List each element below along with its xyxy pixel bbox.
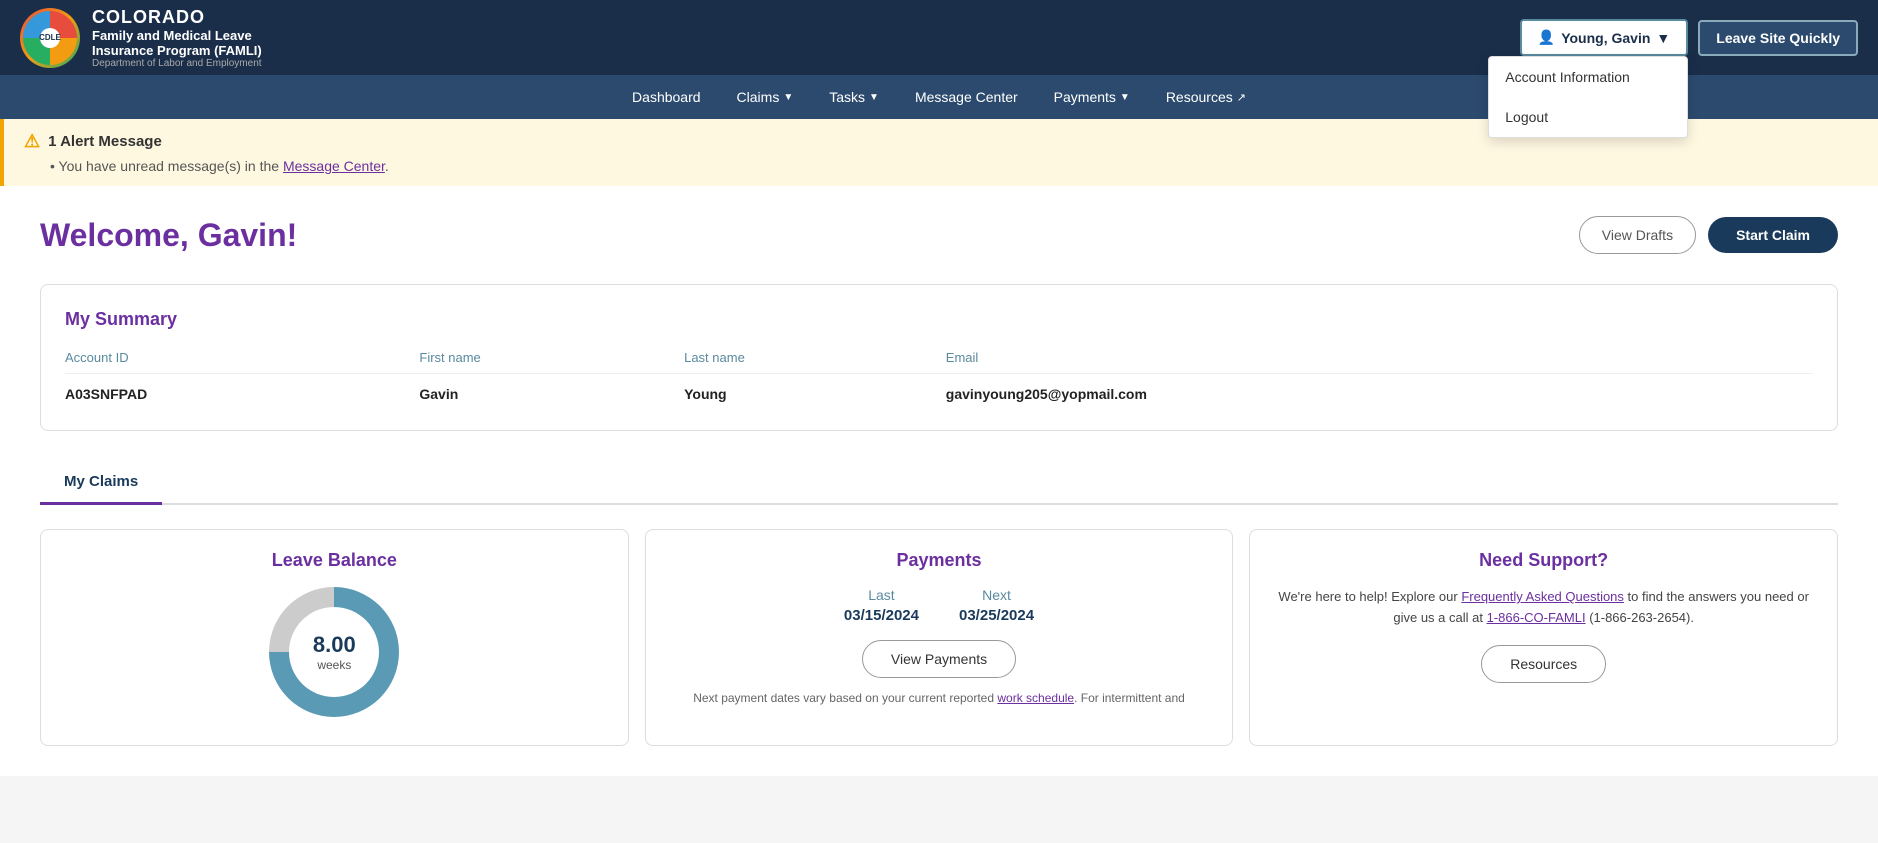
nav-claims[interactable]: Claims ▼ [721,79,810,115]
table-row: A03SNFPAD Gavin Young gavinyoung205@yopm… [65,374,1813,407]
next-payment-label: Next [959,587,1034,603]
claims-arrow-icon: ▼ [783,92,793,103]
nav-payments[interactable]: Payments ▼ [1038,79,1146,115]
nav-dashboard[interactable]: Dashboard [616,79,717,115]
account-info-item[interactable]: Account Information [1489,57,1687,97]
resources-button[interactable]: Resources [1481,645,1606,683]
summary-card: My Summary Account ID First name Last na… [40,284,1838,431]
cards-row: Leave Balance 8.00 weeks Payments Last 0… [40,529,1838,746]
payments-dates: Last 03/15/2024 Next 03/25/2024 [666,587,1213,624]
first-name-value: Gavin [419,374,684,407]
nav-resources[interactable]: Resources ↗ [1150,79,1262,115]
next-payment-col: Next 03/25/2024 [959,587,1034,624]
message-center-link[interactable]: Message Center [283,158,385,174]
payments-card: Payments Last 03/15/2024 Next 03/25/2024… [645,529,1234,746]
logo-initials: CDLE [40,28,60,48]
email-value: gavinyoung205@yopmail.com [946,374,1813,407]
last-payment-col: Last 03/15/2024 [844,587,919,624]
user-icon: 👤 [1538,29,1555,46]
leave-balance-weeks-label: weeks [317,658,351,672]
first-name-col-header: First name [419,346,684,374]
last-name-value: Young [684,374,946,407]
user-menu-button[interactable]: 👤 Young, Gavin ▼ [1520,19,1689,56]
account-id-col-header: Account ID [65,346,419,374]
header: CDLE COLORADO Family and Medical Leave I… [0,0,1878,75]
leave-balance-card: Leave Balance 8.00 weeks [40,529,629,746]
donut-inner: 8.00 weeks [289,607,379,697]
support-text: We're here to help! Explore our Frequent… [1270,587,1817,629]
program-name-line1: Family and Medical Leave [92,28,262,43]
header-text: COLORADO Family and Medical Leave Insura… [92,7,262,69]
summary-table: Account ID First name Last name Email A0… [65,346,1813,406]
start-claim-button[interactable]: Start Claim [1708,217,1838,253]
donut-chart: 8.00 weeks [269,587,399,717]
nav-message-center[interactable]: Message Center [899,79,1034,115]
user-dropdown-menu: Account Information Logout [1488,56,1688,138]
work-schedule-link[interactable]: work schedule [997,691,1074,705]
last-payment-label: Last [844,587,919,603]
nav-tasks[interactable]: Tasks ▼ [813,79,895,115]
alert-body: • You have unread message(s) in the Mess… [24,158,1858,174]
welcome-row: Welcome, Gavin! View Drafts Start Claim [40,216,1838,254]
tab-my-claims[interactable]: My Claims [40,461,162,505]
state-name: COLORADO [92,7,262,28]
department-name: Department of Labor and Employment [92,58,262,69]
summary-title: My Summary [65,309,1813,330]
header-actions: 👤 Young, Gavin ▼ Account Information Log… [1520,19,1858,56]
view-payments-button[interactable]: View Payments [862,640,1016,678]
chevron-down-icon: ▼ [1656,30,1670,46]
support-title: Need Support? [1270,550,1817,571]
donut-chart-container: 8.00 weeks [61,587,608,717]
tasks-arrow-icon: ▼ [869,92,879,103]
email-col-header: Email [946,346,1813,374]
logo-icon: CDLE [20,8,80,68]
payments-arrow-icon: ▼ [1120,92,1130,103]
last-name-col-header: Last name [684,346,946,374]
program-name-line2: Insurance Program (FAMLI) [92,43,262,58]
user-dropdown-container: 👤 Young, Gavin ▼ Account Information Log… [1520,19,1689,56]
user-name-label: Young, Gavin [1561,30,1650,46]
tabs: My Claims [40,461,1838,505]
main-content: Welcome, Gavin! View Drafts Start Claim … [0,186,1878,776]
logo-area: CDLE COLORADO Family and Medical Leave I… [20,7,262,69]
last-payment-date: 03/15/2024 [844,607,919,624]
leave-balance-weeks-number: 8.00 [313,632,356,658]
welcome-actions: View Drafts Start Claim [1579,216,1838,254]
external-link-icon: ↗ [1237,91,1246,104]
support-card: Need Support? We're here to help! Explor… [1249,529,1838,746]
faq-link[interactable]: Frequently Asked Questions [1461,589,1624,604]
welcome-title: Welcome, Gavin! [40,217,297,254]
account-id-value: A03SNFPAD [65,374,419,407]
leave-site-button[interactable]: Leave Site Quickly [1698,20,1858,56]
payments-title: Payments [666,550,1213,571]
next-payment-date: 03/25/2024 [959,607,1034,624]
logout-item[interactable]: Logout [1489,97,1687,137]
phone-link[interactable]: 1-866-CO-FAMLI [1487,610,1586,625]
leave-balance-title: Leave Balance [61,550,608,571]
view-drafts-button[interactable]: View Drafts [1579,216,1696,254]
alert-triangle-icon: ⚠ [24,131,40,152]
payment-note: Next payment dates vary based on your cu… [666,690,1213,707]
